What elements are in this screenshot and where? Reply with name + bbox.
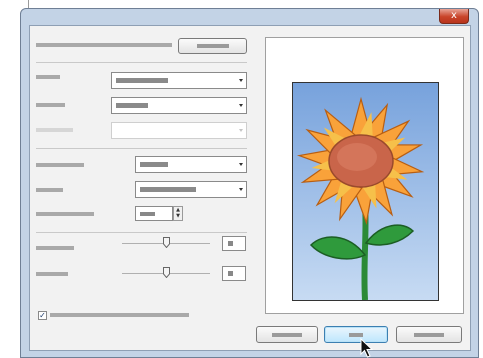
setting-6-spinner-field[interactable]: [135, 206, 173, 221]
spin-updown-icon[interactable]: ▲ ▼: [173, 206, 183, 221]
setting-1-value: [116, 78, 168, 83]
mouse-cursor-icon: [360, 338, 374, 358]
setting-1-label: [36, 75, 60, 79]
slider-2-value-box[interactable]: [222, 266, 246, 281]
bottom-button-2[interactable]: [324, 326, 388, 343]
dropdown-arrow-icon: [239, 79, 243, 82]
dropdown-arrow-icon: [239, 104, 243, 107]
close-button[interactable]: x: [439, 9, 469, 24]
separator-1: [36, 62, 247, 63]
setting-5-dropdown[interactable]: [135, 181, 247, 198]
close-icon: x: [451, 10, 457, 21]
setting-6-label: [36, 212, 94, 216]
dialog-content: ▲ ▼ ✓: [29, 25, 471, 351]
slider-thumb-icon[interactable]: [162, 267, 170, 278]
slider-2-label: [36, 272, 68, 276]
preview-image: [292, 82, 439, 301]
setting-3-label: [36, 128, 73, 132]
setting-2-value: [116, 103, 148, 108]
setting-4-dropdown[interactable]: [135, 156, 247, 173]
setting-1-dropdown[interactable]: [111, 72, 247, 89]
preview-pane: [265, 37, 464, 314]
bottom-button-3[interactable]: [396, 326, 462, 343]
slider-1-value-box[interactable]: [222, 236, 246, 251]
dropdown-arrow-icon: [239, 129, 243, 132]
slider-thumb-icon[interactable]: [162, 237, 170, 248]
separator-2: [36, 148, 247, 149]
separator-3: [36, 232, 247, 233]
setting-4-label: [36, 163, 84, 167]
setting-6-spinner[interactable]: ▲ ▼: [135, 206, 185, 221]
setting-5-label: [36, 188, 63, 192]
setting-4-value: [140, 162, 168, 167]
setting-2-label: [36, 103, 65, 107]
option-checkbox-label: [50, 313, 189, 317]
slider-1-label: [36, 246, 74, 250]
setting-3-dropdown[interactable]: [111, 122, 247, 139]
top-option-button-label: [196, 44, 229, 48]
bottom-button-2-label: [349, 332, 363, 337]
top-option-label: [36, 43, 172, 47]
bottom-button-1[interactable]: [256, 326, 318, 343]
checkmark-icon: ✓: [39, 311, 46, 320]
dropdown-arrow-icon: [239, 188, 243, 191]
title-bar[interactable]: x: [21, 9, 478, 25]
setting-2-dropdown[interactable]: [111, 97, 247, 114]
top-option-button[interactable]: [178, 38, 247, 54]
dropdown-arrow-icon: [239, 163, 243, 166]
option-checkbox[interactable]: ✓: [38, 311, 47, 320]
setting-5-value: [140, 187, 196, 192]
bottom-button-1-label: [272, 332, 302, 337]
sunflower-image: [296, 96, 425, 300]
bottom-button-3-label: [414, 332, 444, 337]
dialog-window: x ▲ ▼ ✓: [20, 8, 479, 358]
